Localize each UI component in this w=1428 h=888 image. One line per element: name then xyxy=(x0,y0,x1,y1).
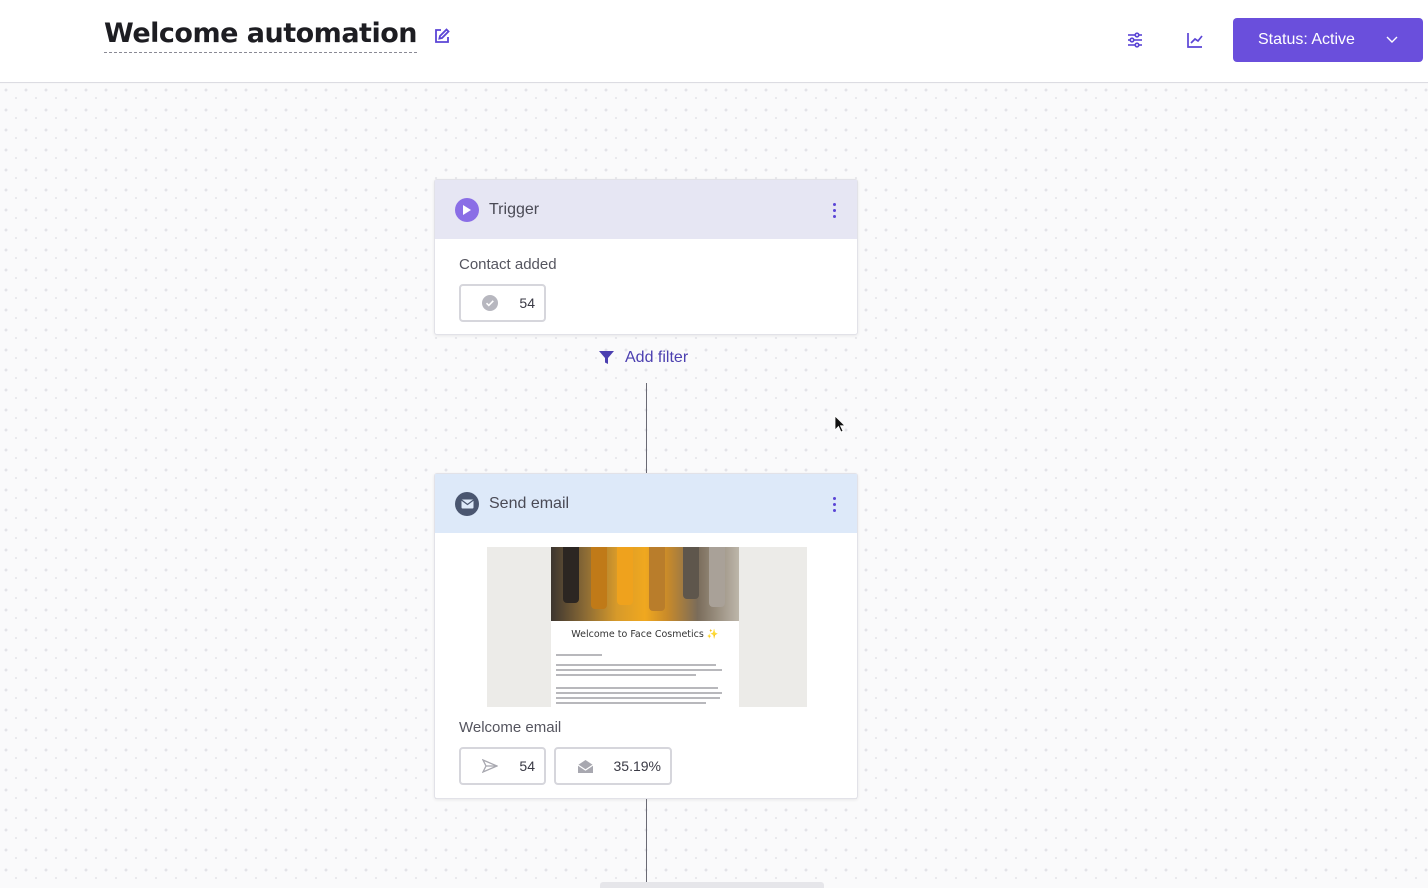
automation-title[interactable]: Welcome automation xyxy=(104,18,417,53)
text-line xyxy=(556,664,716,666)
text-line xyxy=(556,669,722,671)
status-label: Status: Active xyxy=(1258,31,1355,48)
open-rate-badge[interactable]: 35.19% xyxy=(554,747,672,785)
trigger-card-title: Trigger xyxy=(489,200,540,218)
bottle-image xyxy=(683,547,699,599)
bottle-image xyxy=(563,547,579,603)
play-icon xyxy=(455,197,479,222)
more-options-icon[interactable] xyxy=(829,200,839,220)
text-line xyxy=(556,702,706,704)
envelope-icon xyxy=(455,491,479,516)
funnel-icon xyxy=(599,351,614,364)
send-email-card-header: Send email xyxy=(435,474,857,533)
text-line xyxy=(556,697,720,699)
sent-count-value: 54 xyxy=(519,758,535,774)
text-line xyxy=(556,687,718,689)
chart-line-icon[interactable] xyxy=(1184,29,1206,51)
bottle-image xyxy=(649,547,665,611)
top-bar: Welcome automation Status: Active xyxy=(0,0,1428,83)
sliders-icon[interactable] xyxy=(1124,29,1146,51)
email-name-label: Welcome email xyxy=(459,719,562,736)
text-line xyxy=(556,674,696,676)
trigger-event-label: Contact added xyxy=(459,256,557,273)
trigger-count-badge[interactable]: 54 xyxy=(459,284,546,322)
trigger-card[interactable]: Trigger Contact added 54 xyxy=(434,179,858,335)
edit-icon[interactable] xyxy=(433,27,451,45)
title-area: Welcome automation xyxy=(104,18,451,53)
email-preview-heading: Welcome to Face Cosmetics ✨ xyxy=(571,629,719,640)
add-filter-label: Add filter xyxy=(625,349,689,366)
more-options-icon[interactable] xyxy=(829,494,839,514)
email-preview-thumbnail[interactable]: Welcome to Face Cosmetics ✨ xyxy=(487,547,807,707)
send-email-card[interactable]: Send email Welcome to Face Cosmetics ✨ W… xyxy=(434,473,858,799)
trigger-count-value: 54 xyxy=(519,295,535,311)
check-circle-icon xyxy=(481,294,499,312)
bottle-image xyxy=(591,547,607,609)
open-rate-value: 35.19% xyxy=(613,758,661,774)
paper-plane-icon xyxy=(481,757,499,775)
bottle-image xyxy=(617,547,633,605)
mouse-cursor-icon xyxy=(834,415,846,433)
text-line xyxy=(556,654,602,656)
sent-count-badge[interactable]: 54 xyxy=(459,747,546,785)
connector-line xyxy=(646,799,647,888)
chevron-down-icon xyxy=(1386,36,1398,43)
connector-line xyxy=(646,383,647,473)
status-dropdown-button[interactable]: Status: Active xyxy=(1233,18,1423,62)
send-email-card-title: Send email xyxy=(489,494,570,512)
next-step-card-edge xyxy=(600,882,824,888)
text-line xyxy=(556,692,722,694)
bottle-image xyxy=(709,547,725,607)
add-filter-button[interactable]: Add filter xyxy=(598,349,688,367)
envelope-open-icon xyxy=(576,757,594,775)
trigger-card-header: Trigger xyxy=(435,180,857,239)
